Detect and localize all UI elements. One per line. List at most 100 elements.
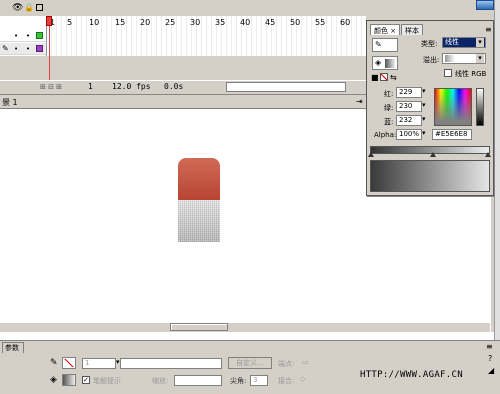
frame-number: 35 [215,18,226,27]
current-frame: 1 [88,82,93,91]
alpha-input[interactable]: 100% [396,129,422,140]
stroke-color-swatch[interactable]: ✎ [372,38,398,52]
chevron-down-icon[interactable]: ▾ [422,101,426,109]
visibility-dot-icon[interactable]: • [14,45,18,53]
edit-scene-icon[interactable]: ⇥ [356,97,363,106]
horizontal-scrollbar[interactable] [0,322,490,332]
green-label: 绿: [384,104,394,112]
gradient-stop-right[interactable] [485,152,491,157]
type-label: 类型: [421,40,438,48]
linear-rgb-label: 线性 RGB [455,70,487,78]
swap-colors-icon[interactable]: ⇆ [390,73,397,82]
endpoint-label: 端点: [278,360,295,368]
blue-input[interactable]: 232 [396,115,422,126]
overflow-select[interactable]: ▾ [442,53,486,64]
chevron-down-icon[interactable]: ▾ [422,115,426,123]
custom-button[interactable]: 自定义... [228,357,272,369]
no-color-icon[interactable] [380,73,388,81]
frame-number: 5 [67,18,73,27]
fill-color-button[interactable] [62,374,76,386]
frame-rate: 12.0 fps [112,82,151,91]
elapsed-time: 0.0s [164,82,184,91]
layer-list: • • ✎ • • [0,16,46,56]
stroke-style-select[interactable] [120,358,222,369]
scale-label: 缩放: [152,377,169,385]
chevron-down-icon[interactable]: ▾ [116,358,120,366]
close-icon[interactable]: × [390,27,396,35]
eye-icon[interactable]: 👁 [12,3,23,13]
eraser-red-shape[interactable] [178,158,220,200]
layer-color-icon[interactable] [36,45,43,52]
layer-row[interactable]: ✎ • • [0,43,46,55]
timeline-status-bar: ⊞ ⊟ ⊞ 1 12.0 fps 0.0s [0,80,366,93]
type-select[interactable]: 线性 ▾ [442,37,486,48]
blue-label: 蓝: [384,118,394,126]
watermark: HTTP://WWW.AGAF.CN [360,370,463,380]
miter-label: 尖角: [230,377,247,385]
timeline-scrollbar[interactable] [226,82,346,92]
frame-ruler[interactable]: 1 5 10 15 20 25 30 35 40 45 50 55 60 [46,16,366,56]
chevron-down-icon[interactable]: ▾ [422,87,426,95]
frame-number: 20 [140,18,151,27]
type-value: 线性 [445,38,459,46]
join-label: 接合: [278,377,295,385]
brightness-slider[interactable] [476,88,484,126]
green-input[interactable]: 230 [396,101,422,112]
endpoint-select-icon[interactable]: ▭ [302,358,309,366]
bucket-icon: ◈ [50,375,57,385]
alpha-label: Alpha: [374,131,397,139]
onion-skin-icons[interactable]: ⊞ ⊟ ⊞ [40,83,62,91]
collapse-icon[interactable]: ◢ [488,366,494,375]
default-colors-icon[interactable]: ■ [371,73,379,82]
join-select-icon[interactable]: ◇ [300,375,305,383]
stroke-hint-label: 笔触提示 [93,377,121,385]
panel-menu-icon[interactable]: ≡ [485,25,492,34]
pencil-icon: ✎ [50,358,58,368]
scene-label[interactable]: 景 1 [2,97,18,108]
overflow-preview-icon [445,55,455,62]
frame-number: 55 [315,18,326,27]
frame-number: 30 [190,18,201,27]
chevron-down-icon[interactable]: ▾ [476,54,484,63]
flash-workspace: 👁 🔒 1 5 10 15 20 25 30 35 40 45 50 55 60… [0,0,500,394]
panel-menu-icon[interactable]: ≡ [486,342,493,351]
visibility-dot-icon[interactable]: • [14,32,18,40]
scale-select[interactable] [174,375,222,386]
lock-dot-icon[interactable]: • [26,45,30,53]
bucket-icon: ◈ [375,58,382,67]
horizontal-scroll-thumb[interactable] [170,323,228,331]
outline-icon[interactable] [36,4,43,11]
gradient-preview [370,160,490,192]
tab-color-label: 颜色 [374,27,388,35]
gradient-stop-left[interactable] [368,152,374,157]
stroke-hint-checkbox[interactable]: ✓ [82,376,90,384]
gradient-stop-middle[interactable] [430,152,436,157]
right-dock-strip [494,0,500,394]
layer-color-icon[interactable] [36,32,43,39]
tab-parameters[interactable]: 参数 [2,342,24,353]
lock-icon[interactable]: 🔒 [24,3,34,12]
tab-swatches[interactable]: 样本 [401,24,423,35]
app-icon[interactable] [476,0,494,10]
miter-input[interactable]: 3 [250,375,268,386]
lock-dot-icon[interactable]: • [26,32,30,40]
no-color-icon [64,359,74,367]
linear-rgb-checkbox[interactable] [444,69,452,77]
frame-number: 45 [265,18,276,27]
stroke-color-button[interactable] [62,357,76,369]
fill-gradient-icon [385,59,395,68]
eraser-gray-gradient [178,200,220,242]
layer-row[interactable]: • • [0,30,46,42]
chevron-down-icon[interactable]: ▾ [422,129,426,137]
tab-color[interactable]: 颜色 × [370,24,401,35]
color-spectrum-picker[interactable] [434,88,472,126]
red-input[interactable]: 229 [396,87,422,98]
red-label: 红: [384,90,394,98]
frame-number: 50 [290,18,301,27]
help-icon[interactable]: ? [488,354,492,363]
fill-color-swatch[interactable]: ◈ [372,56,398,70]
hex-input[interactable]: #E5E6E8 [432,129,472,140]
stroke-height-input[interactable]: 1 [82,358,116,369]
playhead[interactable] [46,16,52,26]
chevron-down-icon[interactable]: ▾ [476,38,484,47]
